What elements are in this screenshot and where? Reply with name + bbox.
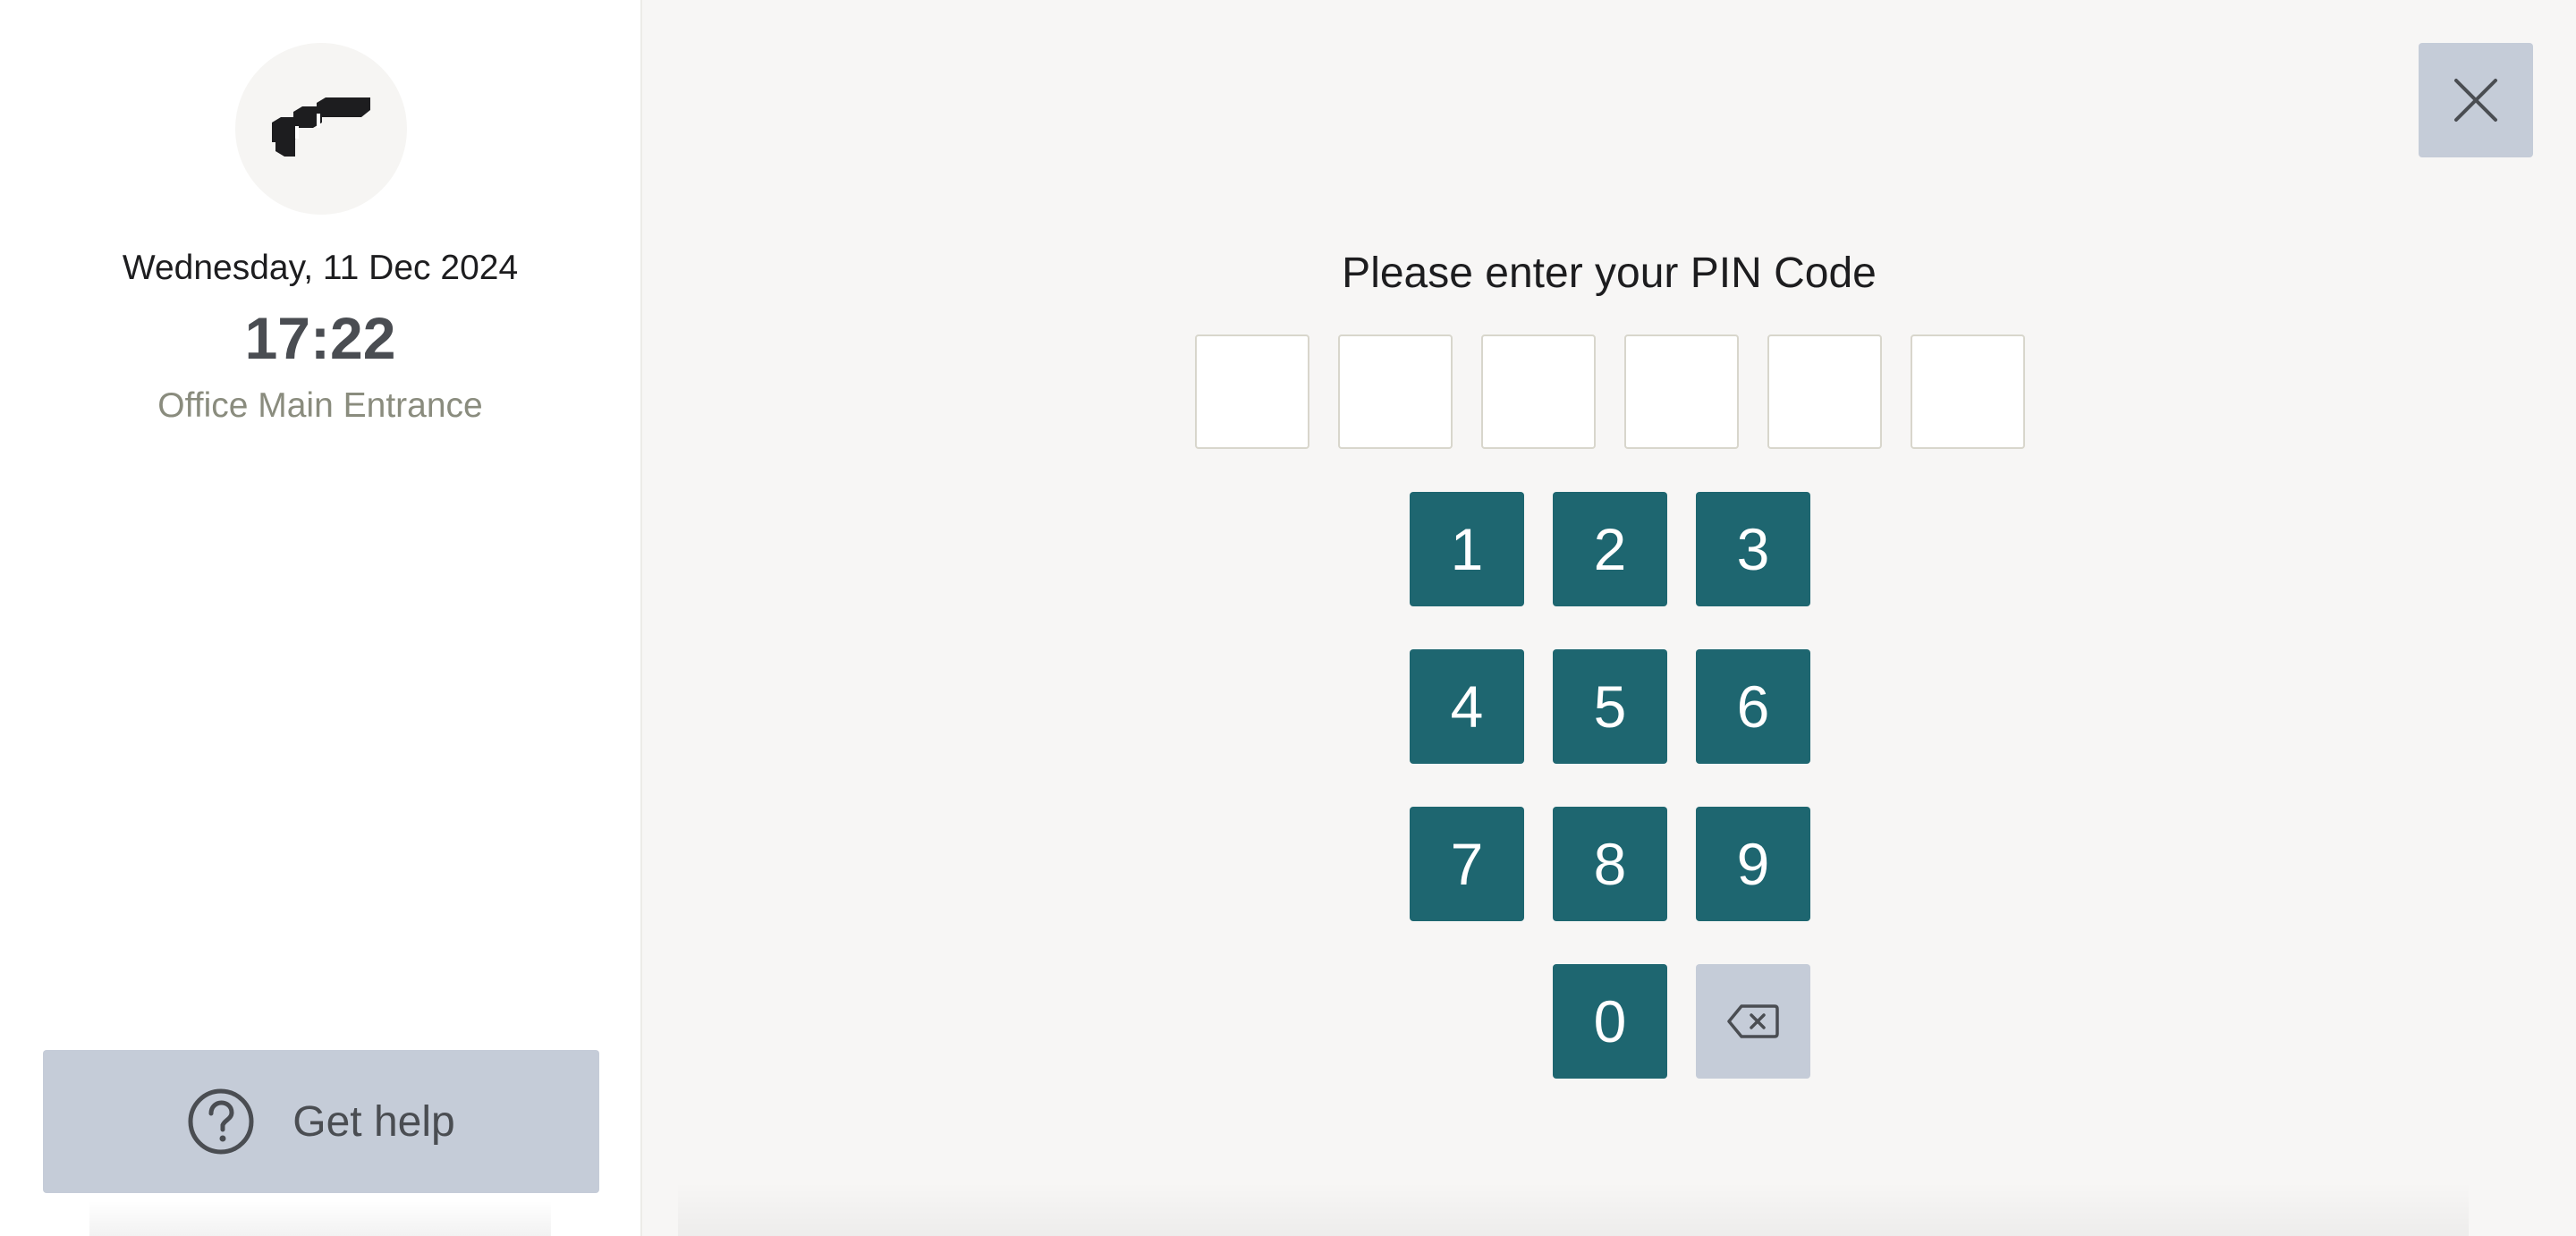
backspace-button[interactable] — [1696, 964, 1810, 1079]
current-date: Wednesday, 11 Dec 2024 — [122, 249, 519, 287]
close-icon — [2454, 79, 2497, 122]
keypad-key-0[interactable]: 0 — [1553, 964, 1667, 1079]
panel-bottom-shadow — [678, 1182, 2469, 1236]
sidebar: Wednesday, 11 Dec 2024 17:22 Office Main… — [0, 0, 642, 1236]
pin-digit-box-3[interactable] — [1481, 334, 1596, 449]
keypad-key-6[interactable]: 6 — [1696, 649, 1810, 764]
pin-panel: Please enter your PIN Code 1 2 3 4 5 6 7… — [642, 0, 2576, 1236]
keypad-key-7[interactable]: 7 — [1410, 807, 1524, 921]
location-name: Office Main Entrance — [157, 386, 483, 425]
logo — [235, 43, 407, 215]
pin-digit-box-1[interactable] — [1195, 334, 1309, 449]
close-button[interactable] — [2419, 43, 2533, 157]
keypad-key-8[interactable]: 8 — [1553, 807, 1667, 921]
get-help-button[interactable]: Get help — [43, 1050, 599, 1193]
pin-digit-box-6[interactable] — [1911, 334, 2025, 449]
question-circle-icon — [187, 1088, 255, 1156]
keypad-key-2[interactable]: 2 — [1553, 492, 1667, 606]
pin-entry-screen: Wednesday, 11 Dec 2024 17:22 Office Main… — [0, 0, 2576, 1236]
pin-prompt-title: Please enter your PIN Code — [1342, 250, 1877, 297]
keypad-key-5[interactable]: 5 — [1553, 649, 1667, 764]
sidebar-bottom-shadow — [89, 1200, 551, 1236]
pin-digit-box-2[interactable] — [1338, 334, 1453, 449]
stacked-blocks-logo-icon — [272, 97, 370, 157]
backspace-icon — [1727, 1004, 1779, 1038]
keypad-key-1[interactable]: 1 — [1410, 492, 1524, 606]
keypad-key-3[interactable]: 3 — [1696, 492, 1810, 606]
keypad-key-9[interactable]: 9 — [1696, 807, 1810, 921]
pin-digit-box-4[interactable] — [1624, 334, 1739, 449]
keypad-key-4[interactable]: 4 — [1410, 649, 1524, 764]
get-help-label: Get help — [292, 1097, 455, 1146]
pin-digit-box-5[interactable] — [1767, 334, 1882, 449]
current-time: 17:22 — [244, 305, 396, 371]
